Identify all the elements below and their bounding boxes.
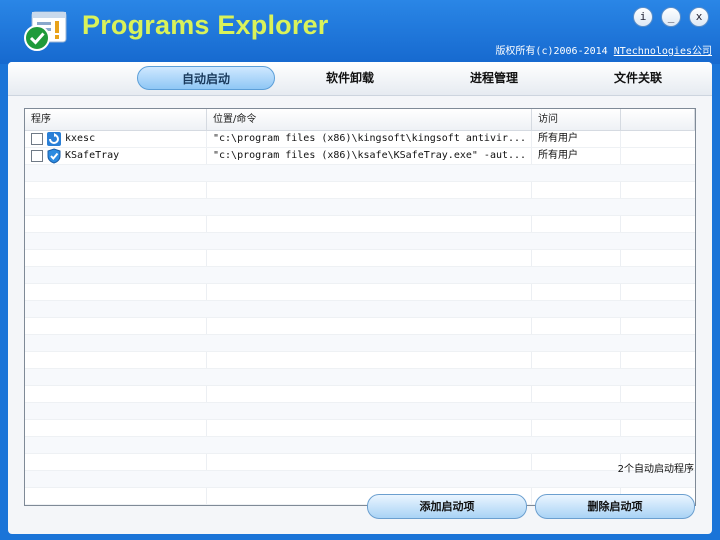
ksafetray-shield-icon xyxy=(47,148,61,164)
row-checkbox[interactable] xyxy=(31,133,43,145)
tab-uninstall[interactable]: 软件卸载 xyxy=(281,66,419,90)
empty-row xyxy=(25,250,695,267)
tab-file-association[interactable]: 文件关联 xyxy=(569,66,707,90)
kxesc-app-icon xyxy=(47,132,61,146)
table-row[interactable]: KSafeTray "c:\program files (x86)\ksafe\… xyxy=(25,148,695,165)
empty-row xyxy=(25,471,695,488)
tab-bar: 自动启动 软件卸载 进程管理 文件关联 xyxy=(8,62,712,96)
program-access: 所有用户 xyxy=(538,133,578,144)
empty-row xyxy=(25,182,695,199)
list-rows: kxesc "c:\program files (x86)\kingsoft\k… xyxy=(25,131,695,505)
autostart-count-status: 2个自动启动程序 xyxy=(617,464,694,475)
program-location: "c:\program files (x86)\kingsoft\kingsof… xyxy=(213,133,527,144)
company-link[interactable]: NTechnologies公司 xyxy=(614,46,712,57)
copyright-notice: 版权所有(c)2006-2014 NTechnologies公司 xyxy=(495,42,712,57)
empty-row xyxy=(25,454,695,471)
minimize-button[interactable]: _ xyxy=(661,7,681,27)
empty-row xyxy=(25,301,695,318)
table-row[interactable]: kxesc "c:\program files (x86)\kingsoft\k… xyxy=(25,131,695,148)
column-header-empty xyxy=(621,109,695,131)
main-panel: 自动启动 软件卸载 进程管理 文件关联 程序 位置/命令 访问 kxesc "c… xyxy=(8,62,712,534)
empty-row xyxy=(25,403,695,420)
tab-process-manager[interactable]: 进程管理 xyxy=(425,66,563,90)
add-startup-item-button[interactable]: 添加启动项 xyxy=(367,494,527,519)
program-name: KSafeTray xyxy=(65,150,120,161)
program-name: kxesc xyxy=(65,133,96,144)
empty-row xyxy=(25,352,695,369)
remove-startup-item-button[interactable]: 删除启动项 xyxy=(535,494,695,519)
autostart-list[interactable]: 程序 位置/命令 访问 kxesc "c:\program files (x86… xyxy=(24,108,696,506)
empty-row xyxy=(25,233,695,250)
empty-row xyxy=(25,420,695,437)
empty-row xyxy=(25,165,695,182)
app-title: Programs Explorer xyxy=(82,10,329,40)
empty-row xyxy=(25,199,695,216)
empty-row xyxy=(25,284,695,301)
empty-row xyxy=(25,369,695,386)
empty-row xyxy=(25,267,695,284)
row-checkbox[interactable] xyxy=(31,150,43,162)
empty-row xyxy=(25,437,695,454)
info-button[interactable]: i xyxy=(633,7,653,27)
programs-explorer-logo-icon xyxy=(24,11,67,51)
tab-autostart[interactable]: 自动启动 xyxy=(137,66,275,90)
program-access: 所有用户 xyxy=(538,150,578,161)
list-header: 程序 位置/命令 访问 xyxy=(25,109,695,131)
title-bar: Programs Explorer i _ x 版权所有(c)2006-2014… xyxy=(0,0,720,64)
column-header-location[interactable]: 位置/命令 xyxy=(207,109,532,131)
close-button[interactable]: x xyxy=(689,7,709,27)
program-location: "c:\program files (x86)\ksafe\KSafeTray.… xyxy=(213,150,527,161)
column-header-access[interactable]: 访问 xyxy=(532,109,621,131)
empty-row xyxy=(25,216,695,233)
column-header-program[interactable]: 程序 xyxy=(25,109,207,131)
empty-row xyxy=(25,386,695,403)
empty-row xyxy=(25,335,695,352)
empty-row xyxy=(25,318,695,335)
copyright-text: 版权所有(c)2006-2014 xyxy=(495,46,614,57)
